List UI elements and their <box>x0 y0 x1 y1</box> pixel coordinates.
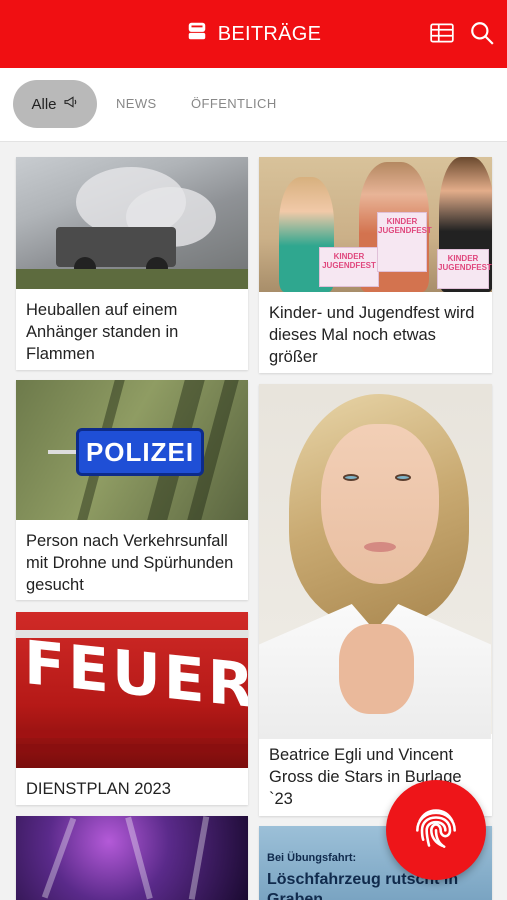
post-card[interactable]: FEUERWE DIENSTPLAN 2023 <box>16 612 248 805</box>
post-title: Kinder- und Jugendfest wird dieses Mal n… <box>269 304 475 366</box>
poster: KINDER JUGENDFEST <box>377 212 432 272</box>
tab-oeffentlich[interactable]: ÖFFENTLICH <box>191 96 277 111</box>
post-card[interactable]: Beatrice Egli und Vincent Gross die Star… <box>259 384 492 816</box>
tab-news[interactable]: NEWS <box>116 96 157 111</box>
post-image <box>16 816 248 900</box>
image-caption-line1: Bei Übungsfahrt: <box>267 852 357 864</box>
post-card[interactable]: POLIZEI Person nach Verkehrsunfall mit D… <box>16 380 248 600</box>
filter-tabs: Alle NEWS ÖFFENTLICH <box>0 68 507 142</box>
post-image <box>16 157 248 289</box>
post-card[interactable] <box>16 816 248 900</box>
top-app-bar: BEITRÄGE <box>0 0 507 68</box>
megaphone-icon <box>63 94 79 114</box>
search-icon[interactable] <box>469 20 495 51</box>
truck-lettering: FEUERWE <box>24 627 248 735</box>
post-image: KINDER JUGENDFEST KINDER JUGENDFEST KIND… <box>259 157 492 292</box>
post-title: DIENSTPLAN 2023 <box>26 780 171 798</box>
post-card[interactable]: Heuballen auf einem Anhänger standen in … <box>16 157 248 370</box>
fingerprint-button[interactable] <box>386 780 486 880</box>
posts-icon <box>186 20 208 48</box>
page-title-label: BEITRÄGE <box>217 22 322 45</box>
poster: KINDER JUGENDFEST <box>319 247 379 287</box>
post-image <box>259 384 492 739</box>
police-sign: POLIZEI <box>76 428 204 476</box>
poster: KINDER JUGENDFEST <box>437 249 492 289</box>
post-title: Person nach Verkehrsunfall mit Drohne un… <box>26 532 234 594</box>
post-card[interactable]: KINDER JUGENDFEST KINDER JUGENDFEST KIND… <box>259 157 492 373</box>
tab-alle-label: Alle <box>31 95 57 113</box>
table-icon[interactable] <box>429 20 455 51</box>
post-image: FEUERWE <box>16 612 248 768</box>
post-image: POLIZEI <box>16 380 248 520</box>
tab-alle[interactable]: Alle <box>13 80 97 128</box>
post-title: Heuballen auf einem Anhänger standen in … <box>26 301 179 363</box>
fingerprint-icon <box>408 800 464 861</box>
